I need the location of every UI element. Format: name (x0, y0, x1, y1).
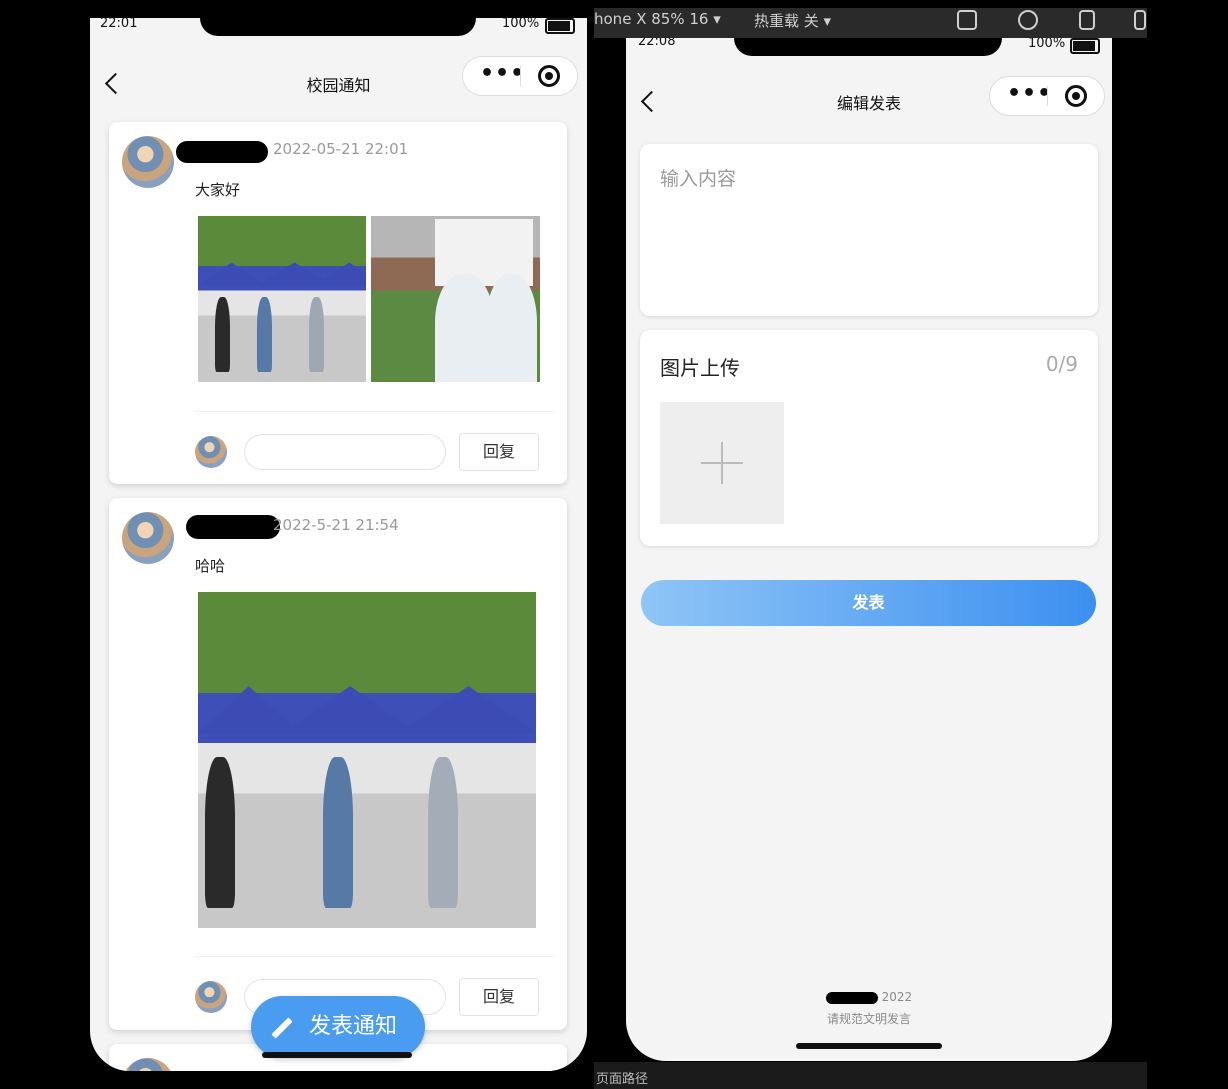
content-textarea[interactable]: 输入内容 (660, 164, 736, 191)
divider (195, 956, 553, 957)
navbar: 编辑发表 ••• (626, 72, 1112, 132)
status-time: 22:08 (638, 38, 676, 49)
post-time: 2022-5-21 21:54 (273, 516, 399, 534)
redacted-owner (825, 991, 878, 1004)
publish-button[interactable]: 发表 (641, 580, 1096, 626)
status-battery-text: 100% (502, 18, 540, 31)
window-icon[interactable] (1134, 10, 1146, 30)
footer-copyright: 2022 (626, 990, 1112, 1004)
redacted-username (186, 515, 280, 539)
phone-notch (734, 38, 1002, 56)
simulator-statusbar: 页面路径 (594, 1062, 1147, 1089)
status-battery-text: 100% (1028, 38, 1066, 51)
footer-note: 请规范文明发言 (826, 1012, 911, 1026)
close-mini-program-icon[interactable] (1065, 85, 1087, 107)
commenter-avatar (195, 981, 227, 1013)
reply-button[interactable]: 回复 (459, 978, 539, 1016)
avatar (122, 136, 174, 188)
capsule-divider (1047, 86, 1048, 106)
phone-icon[interactable] (1079, 10, 1095, 30)
upload-count: 0/9 (1045, 352, 1078, 376)
avatar (122, 1058, 174, 1071)
phone-campus-notices: 22:01 100% 校园通知 ••• 2022-05-21 22:01 大家好… (90, 18, 587, 1071)
post-card: 2022-5-21 21:54 哈哈 回复 (109, 498, 567, 1030)
reply-button[interactable]: 回复 (459, 433, 539, 471)
battery-icon (1070, 38, 1100, 54)
phone-edit-post: 22:08 100% 编辑发表 ••• 输入内容 图片上传 0/9 发表 202… (626, 38, 1112, 1061)
more-icon[interactable]: ••• (1007, 83, 1052, 105)
navbar: 校园通知 ••• (90, 54, 587, 114)
post-photo[interactable] (198, 216, 366, 382)
footer-year: 2022 (881, 990, 913, 1004)
divider (195, 411, 553, 412)
capsule-divider (520, 66, 521, 86)
menu-capsule[interactable]: ••• (462, 56, 578, 96)
device-selector[interactable]: hone X 85% 16 ▾ (594, 10, 721, 28)
record-icon[interactable] (1018, 10, 1038, 30)
add-image-button[interactable] (660, 402, 784, 524)
simulator-toolbar: hone X 85% 16 ▾ 热重载 关 ▾ (594, 8, 1147, 38)
phone-notch (200, 18, 476, 36)
upload-title: 图片上传 (660, 356, 740, 380)
refresh-icon[interactable] (957, 10, 977, 30)
content-panel: 输入内容 (640, 144, 1098, 316)
pencil-icon (271, 1017, 293, 1039)
battery-icon (545, 18, 575, 34)
commenter-avatar (195, 436, 227, 468)
more-icon[interactable]: ••• (480, 63, 525, 85)
close-mini-program-icon[interactable] (538, 65, 560, 87)
post-text: 哈哈 (195, 557, 226, 575)
page-path-label: 页面路径 (596, 1072, 649, 1087)
image-upload-panel: 图片上传 0/9 (640, 330, 1098, 546)
menu-capsule[interactable]: ••• (989, 76, 1105, 116)
post-photo[interactable] (371, 216, 540, 382)
status-time: 22:01 (100, 18, 138, 31)
avatar (122, 512, 174, 564)
post-time: 2022-05-21 22:01 (273, 140, 409, 158)
post-text: 大家好 (195, 181, 241, 199)
post-photo[interactable] (198, 592, 536, 928)
home-indicator (262, 1052, 412, 1058)
publish-notice-button[interactable]: 发表通知 (251, 996, 425, 1058)
reply-input[interactable] (244, 434, 446, 470)
home-indicator (796, 1043, 942, 1049)
post-card: 2022-05-21 22:01 大家好 回复 (109, 122, 567, 484)
redacted-username (176, 141, 268, 163)
publish-notice-label: 发表通知 (309, 1014, 398, 1039)
hot-reload-selector[interactable]: 热重载 关 ▾ (754, 10, 831, 31)
